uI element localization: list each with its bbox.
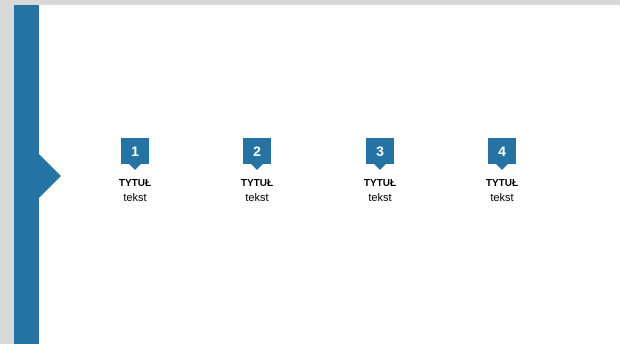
slide-canvas: 1 TYTUŁ tekst 2 TYTUŁ tekst 3 TYTUŁ teks…: [14, 5, 620, 344]
step-number-badge: 4: [488, 138, 516, 170]
step-3: 3 TYTUŁ tekst: [335, 138, 425, 205]
step-4: 4 TYTUŁ tekst: [457, 138, 547, 205]
step-2: 2 TYTUŁ tekst: [212, 138, 302, 205]
step-number-badge: 1: [121, 138, 149, 170]
accent-arrow-pointer: [39, 154, 61, 198]
step-text: tekst: [123, 192, 147, 204]
step-text: tekst: [245, 192, 269, 204]
step-title: TYTUŁ: [363, 178, 397, 189]
step-number-badge: 2: [243, 138, 271, 170]
step-number-badge: 3: [366, 138, 394, 170]
accent-side-bar: [14, 5, 39, 344]
step-1: 1 TYTUŁ tekst: [90, 138, 180, 205]
step-title: TYTUŁ: [240, 178, 274, 189]
step-title: TYTUŁ: [118, 178, 152, 189]
step-text: tekst: [368, 192, 392, 204]
step-text: tekst: [490, 192, 514, 204]
step-title: TYTUŁ: [485, 178, 519, 189]
